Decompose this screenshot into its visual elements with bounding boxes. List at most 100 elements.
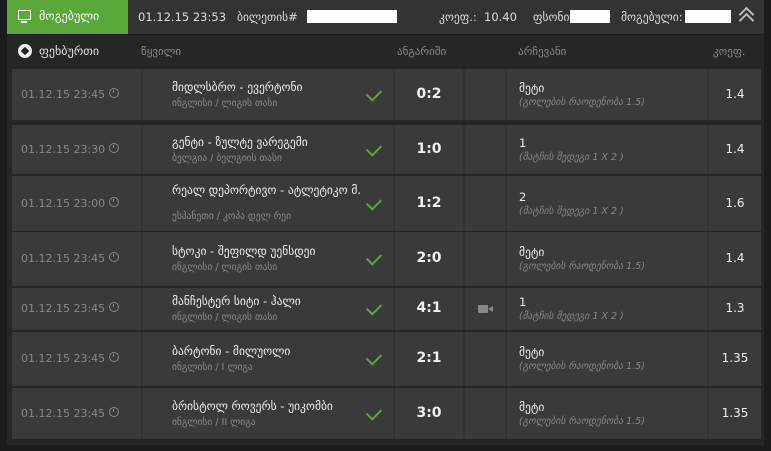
table-header: ფეხბურთი წყვილი ანგარიში არჩევანი კოეფ. (7, 35, 764, 67)
coef-value: 10.40 (484, 10, 517, 24)
odds-cell: 1.3 (709, 288, 761, 330)
event-league: ინგლისი / II ლიგა (172, 417, 256, 428)
event-date: 01.12.15 23:45 (21, 302, 120, 315)
event-odds: 1.3 (725, 301, 745, 315)
collapse-icon[interactable] (738, 6, 755, 29)
event-teams: სტოკი - შეფილდ უენსდეი (172, 244, 316, 258)
media-cell (465, 232, 505, 286)
check-icon (365, 349, 383, 366)
date-cell: 01.12.15 23:30 (12, 125, 141, 174)
choice-cell: 2 (მატჩის შედეგი 1 X 2 ) (507, 176, 707, 231)
bet-choice: მეტი (519, 245, 545, 259)
event-cell: მანჩესტერ სიტი - ჰალი ინგლისი / ლიგის თა… (143, 288, 393, 330)
event-odds: 1.6 (725, 196, 745, 210)
event-score: 0:2 (416, 86, 442, 102)
event-league: ინგლისი / ლიგის თასი (172, 98, 278, 109)
odds-cell: 1.4 (709, 69, 761, 120)
odds-cell: 1.35 (709, 332, 761, 386)
event-date: 01.12.15 23:45 (21, 352, 120, 365)
ticket-header: მოგებული 01.12.15 23:53 ბილეთის# კოეფ.: … (7, 0, 764, 35)
redacted-ticket-number (307, 10, 397, 23)
bet-market: (მატჩის შედეგი 1 X 2 ) (519, 311, 624, 322)
clock-icon (109, 352, 120, 362)
redacted-stake (570, 10, 610, 23)
bet-market: (მატჩის შედეგი 1 X 2 ) (519, 152, 624, 163)
col-odds: კოეფ. (713, 45, 746, 58)
table-row: 01.12.15 23:30 გენტი - ზულტე ვარეგემი ბე… (12, 125, 761, 174)
bet-choice: 2 (519, 190, 527, 204)
choice-cell: მეტი (გოლების რაოდენობა 1.5) (507, 388, 707, 439)
table-row: 01.12.15 23:45 ბრისტოლ როვერს - უიკომბი … (12, 388, 761, 439)
win-label: მოგებული: (621, 10, 683, 24)
date-cell: 01.12.15 23:45 (12, 232, 141, 286)
event-teams: გენტი - ზულტე ვარეგემი (172, 135, 308, 149)
coef-label: კოეფ.: (439, 10, 477, 24)
event-date: 01.12.15 23:30 (21, 143, 120, 156)
status-label: მოგებული (39, 9, 100, 23)
bet-market: (გოლების რაოდენობა 1.5) (519, 261, 645, 272)
event-score: 1:2 (416, 195, 442, 211)
event-cell: მიდლსბრო - ევერტონი ინგლისი / ლიგის თასი (143, 69, 393, 120)
table-row: 01.12.15 23:00 რეალ დეპორტივო - ატლეტიკო… (12, 176, 761, 231)
event-date: 01.12.15 23:00 (21, 197, 120, 210)
redacted-win (685, 10, 731, 23)
clock-icon (109, 407, 120, 417)
event-league: ბელგია / ბელგიის თასი (172, 153, 282, 164)
media-cell (465, 125, 505, 174)
score-cell: 3:0 (395, 388, 463, 439)
event-odds: 1.35 (721, 406, 749, 420)
bet-market: (მატჩის შედეგი 1 X 2 ) (519, 206, 624, 217)
event-league: ესპანეთი / კოპა დელ რეი (172, 211, 292, 222)
media-cell (465, 69, 505, 120)
clock-icon (109, 252, 120, 262)
event-cell: გენტი - ზულტე ვარეგემი ბელგია / ბელგიის … (143, 125, 393, 174)
event-teams: მანჩესტერ სიტი - ჰალი (172, 294, 301, 308)
bet-choice: მეტი (519, 400, 545, 414)
event-league: ინგლისი / I ლიგა (172, 362, 253, 373)
media-cell (465, 288, 505, 330)
video-camera-icon[interactable] (478, 305, 493, 313)
event-teams: ბრისტოლ როვერს - უიკომბი (172, 399, 333, 413)
clock-icon (109, 197, 120, 207)
table-row: 01.12.15 23:45 სტოკი - შეფილდ უენსდეი ინ… (12, 232, 761, 286)
event-odds: 1.35 (721, 351, 749, 365)
check-icon (365, 140, 383, 157)
score-cell: 1:2 (395, 176, 463, 231)
score-cell: 0:2 (395, 69, 463, 120)
clock-icon (109, 88, 120, 98)
event-score: 2:1 (416, 350, 442, 366)
event-date: 01.12.15 23:45 (21, 407, 120, 420)
col-event: წყვილი (141, 45, 182, 58)
odds-cell: 1.35 (709, 388, 761, 439)
event-league: ინგლისი / ლიგის თასი (172, 262, 278, 273)
bet-choice: 1 (519, 136, 527, 150)
clock-icon (109, 143, 120, 153)
event-teams: მიდლსბრო - ევერტონი (172, 80, 303, 94)
event-odds: 1.4 (725, 251, 745, 265)
score-cell: 1:0 (395, 125, 463, 174)
choice-cell: მეტი (გოლების რაოდენობა 1.5) (507, 69, 707, 120)
date-cell: 01.12.15 23:45 (12, 388, 141, 439)
sport-title: ფეხბურთი (39, 44, 100, 58)
event-score: 1:0 (416, 141, 442, 157)
event-date: 01.12.15 23:45 (21, 252, 120, 265)
event-date: 01.12.15 23:45 (21, 88, 120, 101)
event-cell: რეალ დეპორტივო - ატლეტიკო მ. ესპანეთი / … (143, 176, 393, 231)
table-row: 01.12.15 23:45 მიდლსბრო - ევერტონი ინგლი… (12, 69, 761, 120)
bet-choice: 1 (519, 295, 527, 309)
check-icon (365, 85, 383, 102)
col-choice: არჩევანი (518, 45, 567, 58)
check-icon (365, 299, 383, 316)
col-score: ანგარიში (397, 45, 447, 58)
bet-choice: მეტი (519, 81, 545, 95)
stake-label: ფსონი: (533, 10, 574, 24)
ticket-number-label: ბილეთის# (237, 10, 298, 24)
bet-market: (გოლების რაოდენობა 1.5) (519, 361, 645, 372)
event-score: 4:1 (416, 300, 442, 316)
event-cell: ბარტონი - მილუოლი ინგლისი / I ლიგა (143, 332, 393, 386)
check-icon (365, 249, 383, 266)
status-tab[interactable]: მოგებული (7, 0, 128, 34)
soccer-ball-icon (18, 44, 32, 58)
bet-market: (გოლების რაოდენობა 1.5) (519, 416, 645, 427)
table-row: 01.12.15 23:45 მანჩესტერ სიტი - ჰალი ინგ… (12, 288, 761, 330)
